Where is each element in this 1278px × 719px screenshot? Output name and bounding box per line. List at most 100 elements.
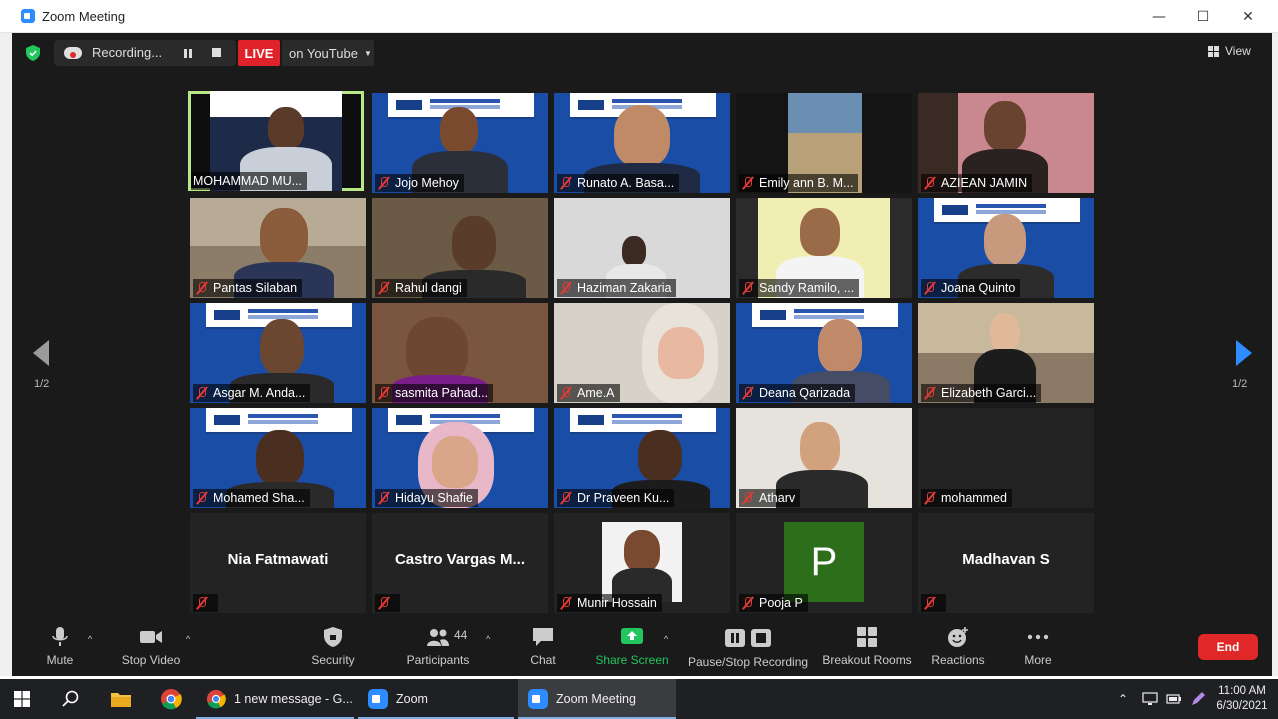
video-tile[interactable]: Munir Hossain <box>554 513 730 613</box>
next-page-arrow-icon[interactable] <box>1236 340 1252 366</box>
breakout-rooms-button[interactable]: Breakout Rooms <box>822 616 912 676</box>
network-icon[interactable] <box>1142 692 1158 706</box>
video-tile[interactable]: sasmita Pahad... <box>372 303 548 403</box>
minimize-button[interactable]: — <box>1136 0 1182 33</box>
mic-muted-icon <box>923 386 936 400</box>
video-tile[interactable]: Elizabeth Garci... <box>918 303 1094 403</box>
cloud-recording-icon <box>64 47 82 59</box>
recording-label: Recording... <box>92 45 163 60</box>
video-tile[interactable]: mohammed <box>918 408 1094 508</box>
stop-recording-icon[interactable] <box>212 48 221 57</box>
more-button[interactable]: More <box>1022 616 1054 676</box>
reactions-button[interactable]: Reactions <box>930 616 986 676</box>
video-tile[interactable]: Deana Qarizada <box>736 303 912 403</box>
file-explorer-icon[interactable] <box>110 689 132 709</box>
maximize-button[interactable]: ☐ <box>1180 0 1226 33</box>
taskbar-chrome-window[interactable]: 1 new message - G... <box>196 679 354 719</box>
search-icon[interactable] <box>62 690 80 708</box>
participant-name: Mohamed Sha... <box>193 489 310 507</box>
video-tile[interactable]: Joana Quinto <box>918 198 1094 298</box>
chat-bubble-icon <box>533 628 553 646</box>
video-tile[interactable]: Asgar M. Anda... <box>190 303 366 403</box>
participant-name: Pooja P <box>739 594 808 612</box>
participant-name: Runato A. Basa... <box>557 174 680 192</box>
pause-recording-icon[interactable] <box>182 47 194 59</box>
pen-icon[interactable] <box>1190 691 1206 707</box>
share-options-caret-icon[interactable]: ^ <box>664 634 668 644</box>
system-clock[interactable]: 11:00 AM 6/30/2021 <box>1210 684 1274 714</box>
recording-indicator: Recording... <box>54 40 236 66</box>
participant-head <box>256 430 304 486</box>
video-tile[interactable]: Dr Praveen Ku... <box>554 408 730 508</box>
participant-display-name: Castro Vargas M... <box>394 551 526 568</box>
profile-photo <box>602 522 682 602</box>
video-tile[interactable]: Sandy Ramilo, ... <box>736 198 912 298</box>
avatar: P <box>784 522 864 602</box>
participant-head <box>260 208 308 264</box>
participants-button[interactable]: Participants <box>406 616 470 676</box>
mute-button[interactable]: Mute <box>40 616 80 676</box>
chrome-icon[interactable] <box>160 688 182 710</box>
video-tile[interactable]: Mohamed Sha... <box>190 408 366 508</box>
share-screen-label: Share Screen <box>595 653 669 667</box>
video-camera-icon <box>140 631 162 643</box>
taskbar-zoom[interactable]: Zoom <box>358 679 514 719</box>
participant-name: Atharv <box>739 489 801 507</box>
security-button[interactable]: Security <box>308 616 358 676</box>
participant-head <box>622 236 646 266</box>
participant-name: Sandy Ramilo, ... <box>739 279 860 297</box>
participant-name: mohammed <box>921 489 1012 507</box>
video-tile[interactable]: AZIEAN JAMIN <box>918 93 1094 193</box>
audio-options-caret-icon[interactable]: ^ <box>88 634 92 644</box>
video-tile[interactable]: Runato A. Basa... <box>554 93 730 193</box>
video-tile[interactable]: P Pooja P <box>736 513 912 613</box>
pause-stop-recording-label: Pause/Stop Recording <box>687 655 809 669</box>
window-left-edge <box>0 33 12 676</box>
close-button[interactable]: ✕ <box>1225 0 1271 33</box>
participant-head <box>984 101 1026 151</box>
chat-label: Chat <box>530 653 556 667</box>
stop-video-button[interactable]: Stop Video <box>118 616 184 676</box>
video-tile[interactable]: Rahul dangi <box>372 198 548 298</box>
video-tile[interactable]: Madhavan S <box>918 513 1094 613</box>
video-tile[interactable]: Castro Vargas M... <box>372 513 548 613</box>
live-stream-target-dropdown[interactable]: on YouTube ▼ <box>282 40 374 66</box>
pause-stop-recording-button[interactable]: Pause/Stop Recording <box>688 616 808 676</box>
live-badge[interactable]: LIVE <box>238 40 280 66</box>
previous-page-arrow-icon[interactable] <box>33 340 49 366</box>
video-tile[interactable]: Haziman Zakaria <box>554 198 730 298</box>
breakout-rooms-label: Breakout Rooms <box>822 653 912 667</box>
share-screen-button[interactable]: Share Screen <box>595 616 669 676</box>
windows-taskbar: 1 new message - G... Zoom Zoom Meeting ⌃… <box>0 679 1278 719</box>
video-tile[interactable]: Emily ann B. M... <box>736 93 912 193</box>
taskbar-zoom-meeting[interactable]: Zoom Meeting <box>518 679 676 719</box>
participant-name: Pantas Silaban <box>193 279 303 297</box>
encryption-shield-icon[interactable] <box>26 45 40 61</box>
video-tile[interactable]: Atharv <box>736 408 912 508</box>
more-label: More <box>1024 653 1052 667</box>
taskbar-zoom-label: Zoom <box>396 692 428 706</box>
reactions-label: Reactions <box>931 653 985 667</box>
video-tile[interactable]: Ame.A <box>554 303 730 403</box>
video-tile[interactable]: MOHAMMAD MU... <box>188 91 364 191</box>
video-tile[interactable]: Pantas Silaban <box>190 198 366 298</box>
mic-muted-icon <box>377 596 390 610</box>
participant-display-name: Nia Fatmawati <box>227 551 329 568</box>
video-tile[interactable]: Nia Fatmawati <box>190 513 366 613</box>
video-tile[interactable]: Hidayu Shafie <box>372 408 548 508</box>
battery-icon[interactable] <box>1166 692 1182 706</box>
chat-button[interactable]: Chat <box>526 616 560 676</box>
video-tile[interactable]: Jojo Mehoy <box>372 93 548 193</box>
mic-muted-icon <box>195 386 208 400</box>
video-options-caret-icon[interactable]: ^ <box>186 634 190 644</box>
view-button[interactable]: View <box>1208 44 1251 58</box>
participant-name: Joana Quinto <box>921 279 1021 297</box>
windows-start-icon[interactable] <box>14 691 30 707</box>
participants-options-caret-icon[interactable]: ^ <box>486 634 490 644</box>
breakout-rooms-icon <box>857 627 877 647</box>
participant-head <box>818 319 862 373</box>
show-hidden-icons-chevron-icon[interactable]: ⌃ <box>1118 679 1128 719</box>
participant-head <box>800 208 840 256</box>
mute-label: Mute <box>46 653 74 667</box>
end-meeting-button[interactable]: End <box>1198 634 1258 660</box>
